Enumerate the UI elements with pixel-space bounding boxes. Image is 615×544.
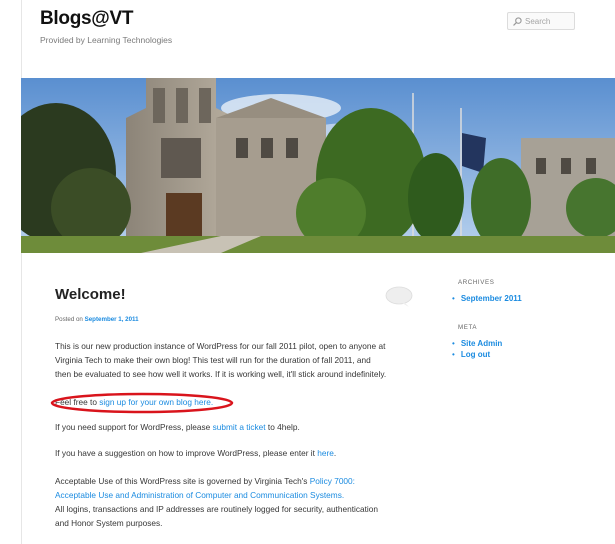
submit-ticket-link[interactable]: submit a ticket — [213, 422, 266, 432]
acceptable-use-line-2: Acceptable Use and Administration of Com… — [55, 488, 378, 502]
policy-title-link[interactable]: Acceptable Use and Administration of Com… — [55, 490, 344, 500]
suggestion-here-link[interactable]: here — [317, 448, 334, 458]
policy-7000-link[interactable]: Policy 7000: — [310, 476, 355, 486]
post-paragraph-suggestion: If you have a suggestion on how to impro… — [55, 446, 336, 460]
header-image — [21, 78, 615, 253]
meta-list: Site Admin Log out — [452, 338, 502, 360]
site-admin-link[interactable]: Site Admin — [461, 339, 502, 348]
intro-line-2: Virginia Tech to make their own blog! Th… — [55, 355, 371, 365]
intro-line-3: then be evaluated to see how well it wor… — [55, 369, 387, 379]
page: Blogs@VT Provided by Learning Technologi… — [0, 0, 615, 544]
post-title[interactable]: Welcome! — [55, 286, 126, 303]
site-title[interactable]: Blogs@VT — [40, 8, 133, 30]
suggestion-suffix: . — [333, 448, 337, 458]
acceptable-use-line-3: All logins, transactions and IP addresse… — [55, 504, 378, 514]
support-text: If you need support for WordPress, pleas… — [55, 422, 213, 432]
post-paragraph-support: If you need support for WordPress, pleas… — [55, 420, 300, 434]
site-description: Provided by Learning Technologies — [40, 35, 173, 45]
post-meta: Posted on September 1, 2011 — [55, 316, 139, 323]
archives-list: September 2011 — [452, 293, 522, 304]
meta-item: Site Admin — [452, 338, 502, 349]
post-paragraph-intro: This is our new production instance of W… — [55, 339, 386, 381]
log-out-link[interactable]: Log out — [461, 350, 490, 359]
intro-line-1: This is our new production instance of W… — [55, 341, 386, 351]
meta-heading: META — [458, 324, 478, 331]
support-suffix: to 4help. — [265, 422, 300, 432]
search-input[interactable] — [522, 14, 573, 28]
search-icon — [513, 16, 522, 26]
archive-link-september-2011[interactable]: September 2011 — [461, 294, 522, 303]
archives-heading: ARCHIVES — [458, 279, 495, 286]
post-paragraph-acceptable-use: Acceptable Use of this WordPress site is… — [55, 474, 378, 530]
posted-prefix: Posted on — [55, 316, 85, 323]
post-date-link[interactable]: September 1, 2011 — [85, 316, 139, 323]
archive-item: September 2011 — [452, 293, 522, 304]
suggestion-text: If you have a suggestion on how to impro… — [55, 448, 318, 458]
acceptable-use-line-1: Acceptable Use of this WordPress site is… — [55, 474, 378, 488]
acceptable-use-line-4: and Honor System purposes. — [55, 518, 163, 528]
comment-bubble-icon[interactable] — [385, 286, 413, 308]
acceptable-use-text: Acceptable Use of this WordPress site is… — [55, 476, 310, 486]
highlight-annotation — [50, 392, 234, 414]
search-box[interactable] — [507, 12, 575, 30]
meta-item: Log out — [452, 349, 502, 360]
